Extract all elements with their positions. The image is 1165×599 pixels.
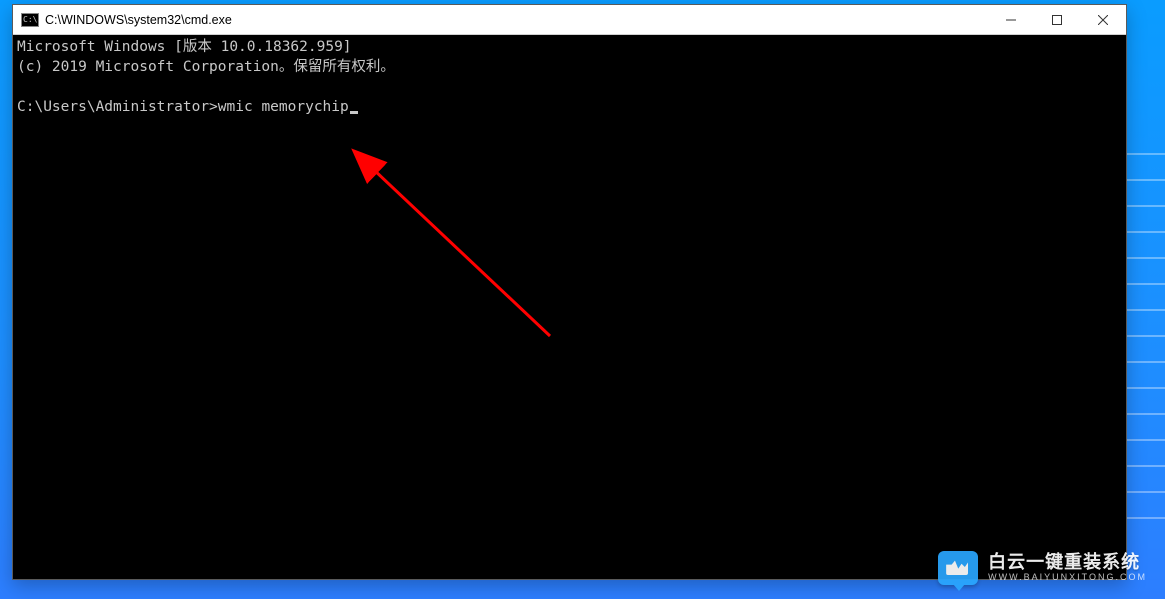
cmd-icon [21, 13, 39, 27]
console-area[interactable]: Microsoft Windows [版本 10.0.18362.959] (c… [13, 35, 1126, 579]
titlebar[interactable]: C:\WINDOWS\system32\cmd.exe [13, 5, 1126, 35]
annotation-arrow [263, 131, 543, 331]
minimize-button[interactable] [988, 5, 1034, 34]
close-button[interactable] [1080, 5, 1126, 34]
watermark-title: 白云一键重装系统 [988, 553, 1147, 573]
cmd-window: C:\WINDOWS\system32\cmd.exe Microsoft Wi… [12, 4, 1127, 580]
watermark-url: WWW.BAIYUNXITONG.COM [988, 573, 1147, 583]
window-controls [988, 5, 1126, 34]
cursor [350, 111, 358, 114]
window-title: C:\WINDOWS\system32\cmd.exe [45, 13, 232, 27]
watermark: 白云一键重装系统 WWW.BAIYUNXITONG.COM [938, 551, 1147, 585]
console-command: wmic memorychip [218, 99, 349, 115]
minimize-icon [1006, 15, 1016, 25]
console-line-copyright: (c) 2019 Microsoft Corporation。保留所有权利。 [17, 59, 395, 75]
watermark-icon [938, 551, 978, 585]
console-prompt: C:\Users\Administrator> [17, 99, 218, 115]
console-line-version: Microsoft Windows [版本 10.0.18362.959] [17, 39, 352, 55]
close-icon [1098, 15, 1108, 25]
maximize-button[interactable] [1034, 5, 1080, 34]
maximize-icon [1052, 15, 1062, 25]
